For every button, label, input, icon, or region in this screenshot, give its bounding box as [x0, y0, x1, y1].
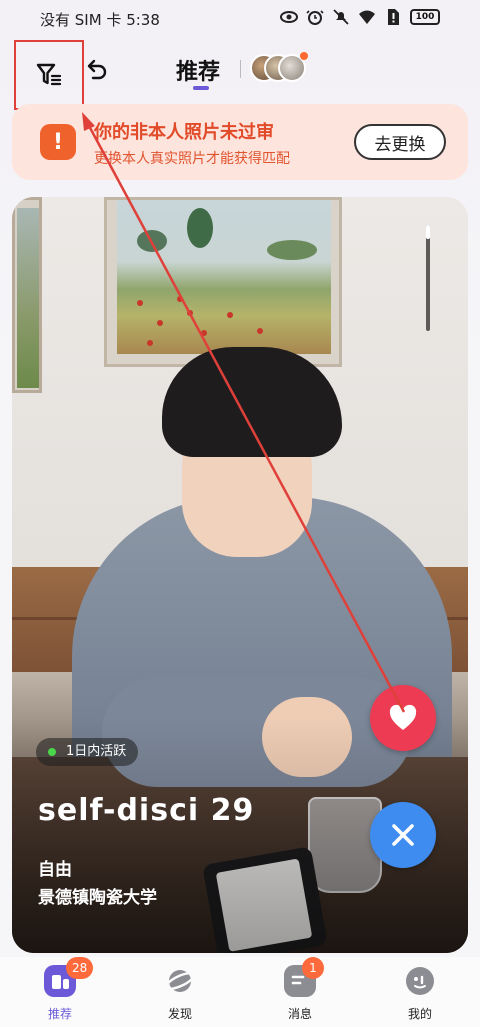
filter-button[interactable]	[14, 40, 84, 110]
relationship-status: 自由	[38, 860, 72, 880]
close-icon	[392, 824, 414, 846]
nav-label: 发现	[167, 1007, 192, 1021]
profile-name-age: self-disci 29	[38, 793, 255, 828]
no-sim-icon	[388, 9, 399, 25]
nav-item-profile[interactable]: 我的	[380, 965, 460, 1027]
nav-badge-count: 1	[302, 957, 324, 979]
banner-subtitle: 更换本人真实照片才能获得匹配	[94, 151, 290, 167]
active-status-text: 1日内活跃	[66, 744, 127, 759]
nav-label: 我的	[407, 1007, 432, 1021]
photo-progress-indicator	[426, 225, 430, 331]
nav-item-messages[interactable]: 1 消息	[260, 957, 340, 1027]
mute-icon	[333, 9, 349, 25]
battery-icon: 100	[410, 9, 440, 25]
wall-painting	[104, 197, 342, 367]
school-name: 景德镇陶瓷大学	[38, 888, 157, 908]
active-status-badge: 1日内活跃	[36, 738, 139, 766]
bottom-nav: 28 推荐 发现 1 消息 我的	[0, 957, 480, 1027]
photo-review-banner[interactable]: ! 你的非本人照片未过审 更换本人真实照片才能获得匹配 去更换	[12, 104, 468, 180]
tab-recommend[interactable]: 推荐	[176, 54, 220, 86]
profile-icon	[404, 965, 436, 997]
nav-badge-count: 28	[66, 957, 94, 979]
filter-icon	[36, 63, 62, 86]
online-dot	[48, 748, 56, 756]
wall-painting	[12, 197, 42, 393]
like-button[interactable]	[370, 685, 436, 751]
top-bar: 推荐	[0, 40, 480, 110]
status-bar: 没有 SIM 卡 5:38 100	[0, 0, 480, 36]
notification-dot	[300, 52, 308, 60]
change-photo-button[interactable]: 去更换	[354, 124, 446, 160]
nav-item-discover[interactable]: 发现	[140, 965, 220, 1027]
nav-label: 推荐	[47, 1007, 72, 1021]
planet-icon	[164, 965, 196, 997]
banner-title: 你的非本人照片未过审	[94, 122, 274, 143]
warning-icon: !	[40, 124, 76, 160]
heart-icon	[389, 704, 417, 730]
nav-label: 消息	[287, 1007, 312, 1021]
message-icon: 1	[284, 957, 324, 997]
dislike-button[interactable]	[370, 802, 436, 868]
avatar-stack[interactable]	[250, 52, 310, 86]
wifi-icon	[359, 10, 375, 24]
status-icons: 100	[280, 8, 440, 26]
nav-item-recommend[interactable]: 28 推荐	[20, 957, 100, 1027]
undo-button[interactable]	[80, 54, 112, 86]
alarm-icon	[306, 10, 324, 25]
undo-icon	[87, 59, 107, 80]
carrier-time: 没有 SIM 卡 5:38	[40, 11, 160, 29]
tab-divider	[240, 60, 241, 78]
tab-underline	[193, 86, 209, 90]
recommend-icon: 28	[44, 957, 94, 997]
eye-icon	[280, 11, 298, 23]
